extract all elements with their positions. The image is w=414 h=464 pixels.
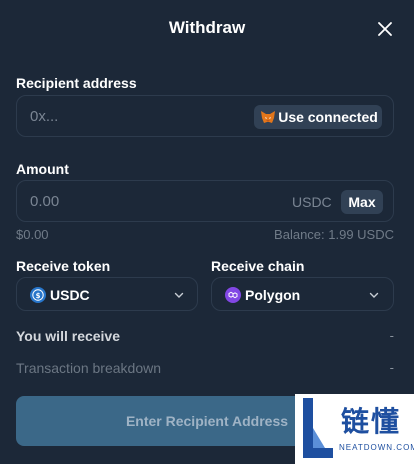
- receive-token-select[interactable]: $ USDC: [16, 277, 198, 311]
- receive-token-label: Receive token: [16, 258, 111, 274]
- max-button[interactable]: Max: [341, 190, 383, 214]
- amount-input[interactable]: 0.00 USDC Max: [16, 180, 394, 222]
- recipient-address-input[interactable]: 0x... Use connected: [16, 95, 394, 137]
- balance-text: Balance: 1.99 USDC: [274, 227, 394, 242]
- receive-token-value: USDC: [50, 287, 90, 303]
- polygon-chain-icon: [225, 287, 241, 303]
- amount-unit: USDC: [292, 194, 332, 210]
- metamask-fox-icon: [261, 111, 275, 123]
- transaction-breakdown-label[interactable]: Transaction breakdown: [16, 360, 161, 376]
- transaction-breakdown-value: -: [389, 360, 394, 375]
- receive-chain-label: Receive chain: [211, 258, 305, 274]
- svg-text:$: $: [36, 292, 41, 300]
- receive-chain-value: Polygon: [245, 287, 301, 303]
- receive-chain-select[interactable]: Polygon: [211, 277, 394, 311]
- use-connected-label: Use connected: [278, 109, 378, 125]
- chevron-down-icon: [369, 292, 379, 298]
- amount-placeholder: 0.00: [30, 193, 60, 210]
- modal-title: Withdraw: [168, 18, 246, 37]
- watermark-logo: 链懂 NEATDOWN.COM: [295, 394, 414, 464]
- recipient-address-label: Recipient address: [16, 75, 137, 91]
- amount-label: Amount: [16, 161, 69, 177]
- watermark-l-icon: [303, 398, 333, 458]
- usdc-token-icon: $: [30, 287, 46, 303]
- watermark-cn-text: 链懂: [341, 405, 402, 438]
- amount-usd-value: $0.00: [16, 227, 49, 242]
- recipient-address-placeholder: 0x...: [30, 108, 59, 125]
- close-icon[interactable]: [376, 20, 394, 38]
- watermark-en-text: NEATDOWN.COM: [339, 443, 414, 452]
- use-connected-button[interactable]: Use connected: [254, 105, 382, 129]
- chevron-down-icon: [174, 292, 184, 298]
- you-will-receive-value: -: [389, 328, 394, 343]
- you-will-receive-label: You will receive: [16, 328, 121, 344]
